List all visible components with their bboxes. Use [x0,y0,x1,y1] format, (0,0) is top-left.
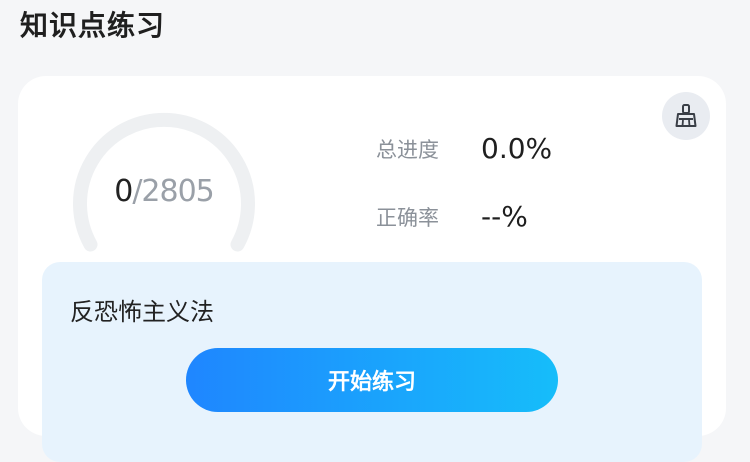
section-title: 知识点练习 [20,9,166,42]
clear-record-button[interactable] [662,92,710,140]
completed-count: 0 [114,174,133,209]
total-count: 2805 [141,174,214,209]
total-progress-value: 0.0% [481,132,553,165]
progress-count: 0/2805 [68,174,260,209]
total-progress-label: 总进度 [376,137,439,162]
start-practice-button[interactable]: 开始练习 [186,348,558,412]
total-progress-stat: 总进度 0.0% [376,132,552,165]
accuracy-label: 正确率 [376,205,439,230]
accuracy-stat: 正确率 --% [376,200,528,233]
accuracy-value: --% [481,200,528,233]
broom-icon [675,104,697,127]
practice-card: 0/2805 总进度 0.0% 正确率 --% 反恐怖主义法 开始练习 [18,76,726,462]
topic-panel: 反恐怖主义法 开始练习 [42,262,702,462]
topic-name: 反恐怖主义法 [70,298,214,326]
